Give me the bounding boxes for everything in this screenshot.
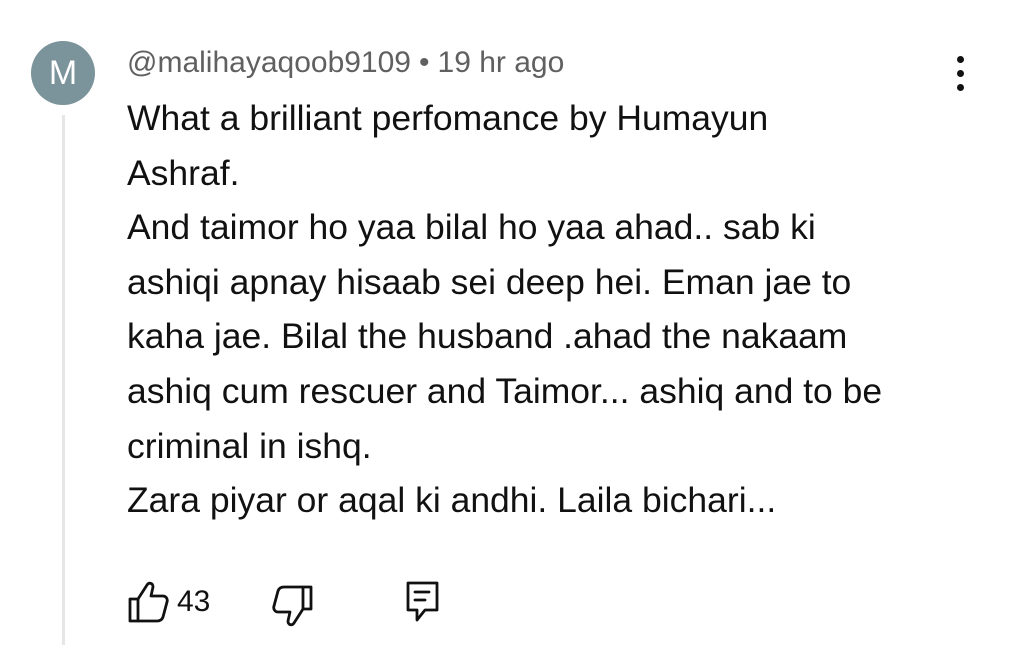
more-vertical-icon — [957, 56, 964, 63]
comment-line: ashiq cum rescuer and Taimor... ashiq an… — [127, 370, 883, 411]
author-handle[interactable]: @malihayaqoob9109 — [127, 46, 411, 79]
thumb-up-icon — [128, 581, 169, 623]
comment-line: Zara piyar or aqal ki andhi. Laila bicha… — [127, 480, 777, 521]
comment-header: @malihayaqoob9109 • 19 hr ago — [127, 43, 564, 83]
thumb-down-icon — [272, 585, 313, 627]
reply-button[interactable] — [405, 578, 445, 626]
comment-line: And taimor ho yaa bilal ho yaa ahad.. sa… — [127, 207, 816, 248]
comment-line: criminal in ishq. — [127, 425, 372, 466]
comment-line: What a brilliant perfomance by Humayun — [127, 98, 769, 138]
thread-line — [62, 115, 65, 645]
comment-line: Ashraf. — [127, 152, 240, 193]
dislike-button[interactable] — [272, 578, 316, 627]
avatar[interactable]: M — [31, 41, 95, 105]
comment-actions: 43 — [127, 578, 527, 627]
comment-line: kaha jae. Bilal the husband .ahad the na… — [127, 316, 848, 357]
comment-timestamp[interactable]: 19 hr ago — [438, 46, 565, 79]
like-button[interactable]: 43 — [127, 578, 227, 626]
comment-card: M @malihayaqoob9109 • 19 hr ago What a bri… — [0, 0, 1024, 645]
more-options-button[interactable] — [945, 56, 975, 92]
comment-text: What a brilliant perfomance by Humayun A… — [127, 91, 987, 528]
like-count: 43 — [177, 585, 211, 618]
reply-comment-icon — [406, 581, 439, 622]
comment-line: ashiqi apnay hisaab sei deep hei. Eman j… — [127, 261, 852, 302]
header-separator: • — [419, 46, 430, 79]
